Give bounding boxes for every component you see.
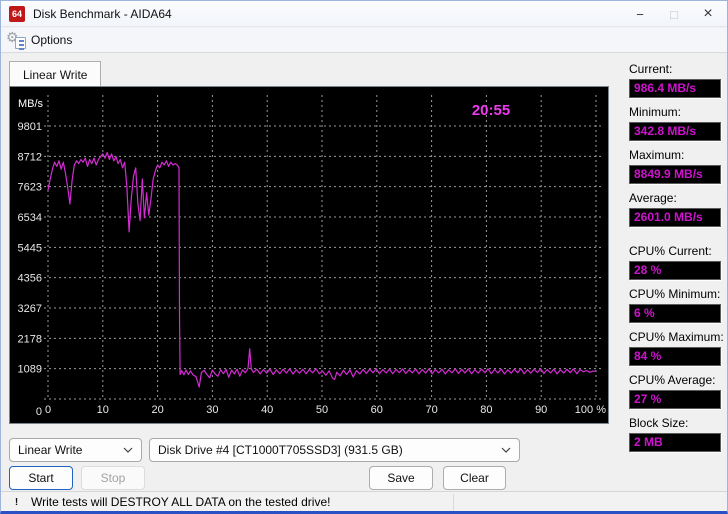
stat-value: 27 %: [629, 390, 721, 409]
chevron-down-icon: [123, 447, 133, 453]
warning-icon: !: [9, 495, 24, 511]
drive-select[interactable]: Disk Drive #4 [CT1000T705SSD3] (931.5 GB…: [149, 438, 520, 462]
test-type-value: Linear Write: [18, 443, 83, 457]
svg-text:9801: 9801: [18, 121, 42, 133]
window-controls: − □ ×: [623, 1, 725, 27]
toolbar: ⚙ Options: [1, 28, 727, 53]
save-button[interactable]: Save: [369, 466, 433, 490]
stop-button: Stop: [81, 466, 145, 490]
svg-text:4356: 4356: [18, 273, 42, 285]
svg-text:90: 90: [535, 404, 547, 416]
stat-label: Minimum:: [629, 105, 682, 119]
stat-cpu-average: CPU% Average: 27 %: [629, 373, 721, 409]
options-label: Options: [31, 33, 73, 47]
start-button[interactable]: Start: [9, 466, 73, 490]
stat-maximum: Maximum: 8849.9 MB/s: [629, 148, 721, 184]
svg-text:70: 70: [425, 404, 437, 416]
svg-text:50: 50: [316, 404, 328, 416]
tab-linear-write[interactable]: Linear Write: [9, 61, 102, 87]
svg-text:7623: 7623: [18, 182, 42, 194]
disk-benchmark-window: 64 Disk Benchmark - AIDA64 − □ × ⚙ Optio…: [0, 0, 728, 514]
benchmark-chart: 1089 2178 3267 4356 5445 6534 7623 8712 9801 0 0 10…: [9, 86, 609, 424]
warning-text: Write tests will DESTROY ALL DATA on the…: [31, 495, 331, 509]
minimize-button[interactable]: −: [623, 1, 657, 27]
svg-text:30: 30: [206, 404, 218, 416]
title-bar: 64 Disk Benchmark - AIDA64 − □ ×: [1, 1, 727, 27]
stat-current: Current: 986.4 MB/s: [629, 62, 721, 98]
svg-text:40: 40: [261, 404, 273, 416]
svg-text:20: 20: [151, 404, 163, 416]
aida64-app-icon: 64: [9, 5, 25, 22]
drive-value: Disk Drive #4 [CT1000T705SSD3] (931.5 GB…: [158, 443, 403, 457]
stat-value: 986.4 MB/s: [629, 79, 721, 98]
stat-label: CPU% Maximum:: [629, 330, 724, 344]
stat-value: 342.8 MB/s: [629, 122, 721, 141]
svg-text:6534: 6534: [18, 212, 42, 224]
stat-label: Maximum:: [629, 148, 685, 162]
svg-text:20:55: 20:55: [472, 102, 510, 119]
stat-value: 84 %: [629, 347, 721, 366]
stat-cpu-minimum: CPU% Minimum: 6 %: [629, 287, 721, 323]
stat-minimum: Minimum: 342.8 MB/s: [629, 105, 721, 141]
svg-text:0: 0: [36, 406, 42, 418]
svg-text:5445: 5445: [18, 242, 42, 254]
svg-text:0: 0: [45, 404, 51, 416]
stat-cpu-current: CPU% Current: 28 %: [629, 244, 721, 280]
stat-label: Block Size:: [629, 416, 689, 430]
statusbar-divider: [453, 494, 454, 511]
close-button[interactable]: ×: [691, 1, 725, 27]
stat-value: 2601.0 MB/s: [629, 208, 721, 227]
window-title: Disk Benchmark - AIDA64: [33, 6, 172, 21]
stat-label: Current:: [629, 62, 673, 76]
stat-value: 28 %: [629, 261, 721, 280]
svg-text:80: 80: [480, 404, 492, 416]
svg-text:1089: 1089: [18, 364, 42, 376]
svg-text:60: 60: [371, 404, 383, 416]
stat-average: Average: 2601.0 MB/s: [629, 191, 721, 227]
status-bar: ! Write tests will DESTROY ALL DATA on t…: [1, 491, 727, 511]
stat-value: 6 %: [629, 304, 721, 323]
stat-value: 2 MB: [629, 433, 721, 452]
stat-value: 8849.9 MB/s: [629, 165, 721, 184]
chart-svg: 1089 2178 3267 4356 5445 6534 7623 8712 9801 0 0 10…: [18, 95, 606, 418]
svg-text:10: 10: [97, 404, 109, 416]
svg-text:3267: 3267: [18, 303, 42, 315]
stat-label: CPU% Average:: [629, 373, 716, 387]
clear-button[interactable]: Clear: [443, 466, 506, 490]
stat-label: Average:: [629, 191, 677, 205]
options-menu-button[interactable]: ⚙ Options: [1, 28, 82, 52]
options-gear-icon: ⚙: [6, 29, 26, 50]
stat-label: CPU% Current:: [629, 244, 712, 258]
chevron-down-icon: [501, 447, 511, 453]
maximize-button: □: [670, 6, 678, 22]
svg-text:2178: 2178: [18, 333, 42, 345]
stat-cpu-maximum: CPU% Maximum: 84 %: [629, 330, 724, 366]
svg-text:100 %: 100 %: [575, 404, 606, 416]
svg-text:8712: 8712: [18, 151, 42, 163]
svg-text:MB/s: MB/s: [18, 98, 44, 110]
stat-label: CPU% Minimum:: [629, 287, 721, 301]
test-type-select[interactable]: Linear Write: [9, 438, 142, 462]
stat-block-size: Block Size: 2 MB: [629, 416, 721, 452]
